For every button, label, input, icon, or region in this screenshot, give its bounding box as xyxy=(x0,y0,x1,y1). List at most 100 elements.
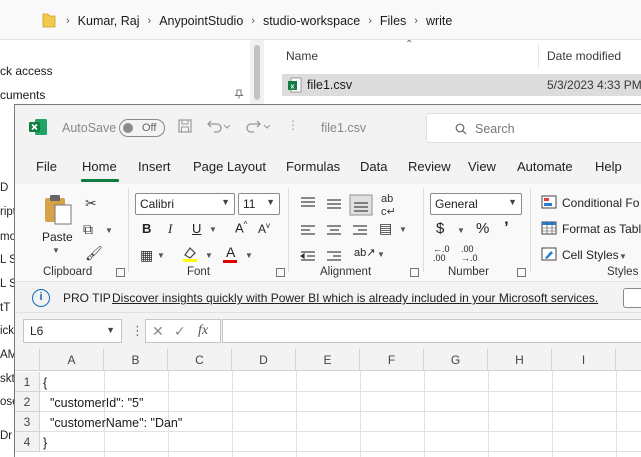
address-bar[interactable]: › Kumar, Raj › AnypointStudio › studio-w… xyxy=(0,0,641,40)
column-header[interactable]: B xyxy=(104,349,168,371)
breadcrumb-item[interactable]: studio-workspace xyxy=(263,14,360,28)
increase-decimal-icon[interactable]: ←.0.00 xyxy=(433,245,450,263)
more-icon[interactable]: ⋮ xyxy=(131,323,144,339)
cancel-icon[interactable]: ✕ xyxy=(152,323,164,340)
autosave-toggle[interactable]: Off xyxy=(119,119,165,137)
nav-item[interactable]: L S xyxy=(0,278,14,290)
save-icon[interactable] xyxy=(177,118,193,138)
column-header[interactable]: D xyxy=(232,349,296,371)
dialog-launcher-icon[interactable] xyxy=(116,268,125,277)
column-header[interactable]: F xyxy=(360,349,424,371)
redo-icon[interactable] xyxy=(245,118,271,138)
decrease-decimal-icon[interactable]: .00 →.0 xyxy=(461,245,478,263)
row-header[interactable]: 1 xyxy=(15,372,40,392)
breadcrumb-item[interactable]: Kumar, Raj xyxy=(78,14,140,28)
dialog-launcher-icon[interactable] xyxy=(410,268,419,277)
nav-item[interactable]: mo xyxy=(0,231,14,243)
paste-icon[interactable] xyxy=(41,192,75,226)
tab-automate[interactable]: Automate xyxy=(517,159,573,174)
search-box[interactable]: Search xyxy=(426,113,641,143)
tab-formulas[interactable]: Formulas xyxy=(286,159,340,174)
row-header[interactable]: 2 xyxy=(15,392,40,412)
font-family-select[interactable]: Calibri ▼ xyxy=(135,193,235,215)
insert-function-icon[interactable]: fx xyxy=(198,323,208,339)
orientation-icon[interactable]: ab↗ xyxy=(354,246,375,259)
column-header[interactable]: C xyxy=(168,349,232,371)
nav-item-documents[interactable]: cuments xyxy=(0,88,45,102)
comma-style-icon[interactable]: ’ xyxy=(504,218,509,238)
select-all-button[interactable] xyxy=(15,349,40,371)
column-header[interactable]: A xyxy=(40,349,104,371)
underline-icon[interactable]: U xyxy=(192,221,201,236)
font-color-icon[interactable]: A xyxy=(226,244,235,260)
row-header[interactable]: 4 xyxy=(15,432,40,452)
column-header[interactable]: E xyxy=(296,349,360,371)
nav-item[interactable]: Dr xyxy=(0,430,12,442)
formula-input[interactable] xyxy=(222,319,641,343)
format-as-table-icon[interactable] xyxy=(541,221,557,235)
percent-style-icon[interactable]: % xyxy=(476,220,489,237)
column-header[interactable]: G xyxy=(424,349,488,371)
chevron-down-icon[interactable]: ▼ xyxy=(457,226,465,235)
chevron-down-icon[interactable]: ▼ xyxy=(209,225,217,234)
chevron-down-icon[interactable]: ▼ xyxy=(399,225,407,234)
chevron-down-icon[interactable]: ▼ xyxy=(619,252,627,261)
chevron-down-icon[interactable]: ▼ xyxy=(105,226,113,235)
cell-a1[interactable]: { xyxy=(43,376,47,390)
breadcrumb-item[interactable]: write xyxy=(426,14,452,28)
increase-font-size-icon[interactable]: A^ xyxy=(235,220,247,235)
conditional-formatting-icon[interactable] xyxy=(541,195,557,209)
merge-center-icon[interactable]: ▤ xyxy=(379,221,392,235)
bold-icon[interactable]: B xyxy=(142,221,151,236)
chevron-down-icon[interactable]: ▼ xyxy=(377,250,385,259)
tab-home[interactable]: Home xyxy=(82,159,117,174)
chevron-down-icon[interactable]: ▼ xyxy=(245,251,253,260)
tab-review[interactable]: Review xyxy=(408,159,451,174)
cell-styles-button[interactable]: Cell Styles xyxy=(562,248,619,262)
enter-icon[interactable]: ✓ xyxy=(174,323,186,340)
nav-item[interactable]: ose xyxy=(0,396,14,408)
paste-label[interactable]: Paste xyxy=(42,230,73,244)
conditional-formatting-button[interactable]: Conditional Fo xyxy=(562,196,639,210)
dialog-launcher-icon[interactable] xyxy=(276,268,285,277)
nav-item[interactable]: L S xyxy=(0,254,14,266)
column-header-date-modified[interactable]: Date modified xyxy=(547,49,621,63)
breadcrumb-item[interactable]: AnypointStudio xyxy=(159,14,243,28)
font-size-select[interactable]: 11 ▼ xyxy=(238,193,280,215)
cell-a3[interactable]: "customerName": "Dan" xyxy=(43,416,182,430)
undo-icon[interactable] xyxy=(205,118,231,138)
copy-icon[interactable]: ⧉ xyxy=(83,222,93,236)
format-painter-icon[interactable]: 🖌 xyxy=(85,246,103,260)
nav-item[interactable]: ript xyxy=(0,206,14,218)
tab-file[interactable]: File xyxy=(36,159,57,174)
cell-a4[interactable]: } xyxy=(43,436,47,450)
cell-styles-icon[interactable] xyxy=(541,247,557,261)
column-header[interactable]: I xyxy=(552,349,616,371)
nav-item[interactable]: skt xyxy=(0,373,14,385)
breadcrumb-item[interactable]: Files xyxy=(380,14,406,28)
nav-item[interactable]: AM xyxy=(0,349,14,361)
cell-a2[interactable]: "customerId": "5" xyxy=(43,396,143,410)
accounting-format-icon[interactable]: $ xyxy=(436,220,444,237)
cut-icon[interactable]: ✂ xyxy=(85,196,97,210)
column-header[interactable]: H xyxy=(488,349,552,371)
chevron-down-icon[interactable]: ▼ xyxy=(205,251,213,260)
nav-item[interactable]: tT xyxy=(0,302,10,314)
chevron-down-icon[interactable]: ▼ xyxy=(52,246,60,255)
column-header-name[interactable]: Name xyxy=(286,49,318,63)
dialog-launcher-icon[interactable] xyxy=(517,268,526,277)
borders-icon[interactable]: ▦ xyxy=(140,248,153,262)
fill-color-icon[interactable] xyxy=(181,245,199,263)
tab-help[interactable]: Help xyxy=(595,159,622,174)
wrap-text-icon[interactable]: ab c↵ xyxy=(381,193,396,218)
row-header[interactable]: 3 xyxy=(15,412,40,432)
nav-item[interactable]: D xyxy=(0,182,8,194)
pro-tip-action-button[interactable] xyxy=(623,288,641,308)
worksheet-grid[interactable]: A B C D E F G H I 1 2 3 4 { "customerId"… xyxy=(15,349,641,457)
tab-insert[interactable]: Insert xyxy=(138,159,171,174)
pro-tip-link[interactable]: Discover insights quickly with Power BI … xyxy=(112,291,598,305)
more-commands-icon[interactable]: ⋮ xyxy=(287,118,299,132)
chevron-down-icon[interactable]: ▼ xyxy=(157,251,165,260)
decrease-font-size-icon[interactable]: Av xyxy=(258,221,270,236)
nav-item-quick-access[interactable]: ck access xyxy=(0,64,53,78)
